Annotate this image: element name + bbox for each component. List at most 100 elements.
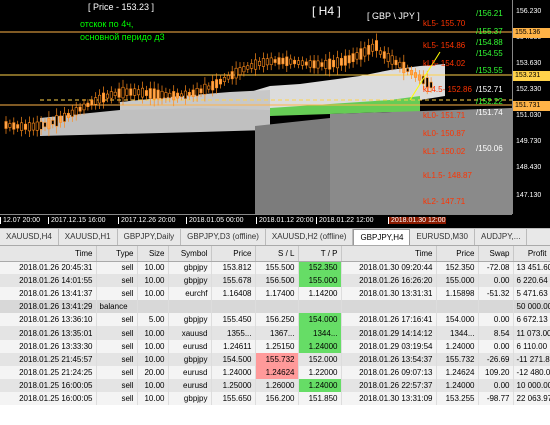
candle-body — [121, 86, 125, 99]
table-cell: 1.15898 — [436, 287, 479, 301]
candle-body — [285, 56, 289, 66]
chart-tab[interactable]: GBPJPY,D3 (offline) — [181, 229, 266, 245]
table-row[interactable]: 2018.01.26 20:45:31 sell 10.00 gbpjpy 153.81… — [0, 261, 550, 275]
table-cell: 10.00 — [137, 352, 169, 366]
candle-body — [94, 97, 98, 105]
table-row[interactable]: 2018.01.26 13:33:30 sell 10.00 eurusd 1.2461… — [0, 339, 550, 353]
candle-body — [402, 61, 406, 74]
candle-body — [39, 121, 43, 130]
column-header[interactable]: Swap — [478, 246, 514, 262]
table-cell: 10 000.00 — [513, 378, 550, 392]
candle-body — [109, 91, 113, 99]
table-cell: -11 271.83 — [513, 352, 550, 366]
table-cell: 1.17400 — [255, 287, 299, 301]
table-row[interactable]: 2018.01.25 21:45:57 sell 10.00 gbpjpy 154.50… — [0, 352, 550, 366]
table-row[interactable]: 2018.01.26 13:36:10 sell 5.00 gbpjpy 155.450… — [0, 313, 550, 327]
table-cell: 20.00 — [137, 365, 169, 379]
candle-body — [363, 47, 367, 57]
table-row[interactable]: 2018.01.25 21:24:25 sell 20.00 eurusd 1.2400… — [0, 365, 550, 379]
candle-body — [250, 63, 254, 69]
table-cell: 156.250 — [255, 313, 299, 327]
table-cell: 5.00 — [137, 313, 169, 327]
column-header[interactable]: Price — [436, 246, 479, 262]
chart-tab[interactable]: XAUUSD,H2 (offline) — [266, 229, 354, 245]
table-row[interactable]: 2018.01.26 13:41:29 balance 50 000.00 — [0, 300, 550, 314]
table-cell: -12 480.00 — [513, 365, 550, 379]
table-cell: sell — [96, 274, 138, 288]
candle-body — [226, 75, 230, 80]
candle-body — [398, 61, 402, 69]
time-axis-tick: 2018.01.30 12:00 — [388, 217, 446, 224]
table-cell: gbpjpy — [168, 261, 212, 275]
chart-tab[interactable]: XAUUSD,H4 — [0, 229, 59, 245]
table-cell: eurusd — [168, 339, 212, 353]
candle-body — [35, 121, 39, 131]
column-header[interactable]: S / L — [255, 246, 299, 262]
chart-tab[interactable]: GBPJPY,H4 — [353, 229, 411, 245]
table-cell: 2018.01.26 20:45:31 — [0, 261, 97, 275]
table-cell: 10.00 — [137, 261, 169, 275]
table-header-row: Time Type Size Symbol Price S / LT / P Time Pri… — [0, 246, 550, 262]
table-cell: 155.732 — [436, 352, 479, 366]
kl-level-label: kL4.5- 152.86 — [423, 85, 472, 94]
table-cell: -51.32 — [478, 287, 514, 301]
time-axis[interactable]: 12.07 20:00 2017.12.15 16:00 2017.12.26 20… — [0, 214, 512, 228]
column-header[interactable]: Profit — [513, 246, 550, 262]
kl-level-label: kL5- 155.70 — [423, 19, 466, 28]
candle-body — [59, 115, 63, 123]
table-cell: eurchf — [168, 287, 212, 301]
candle-body — [102, 92, 106, 103]
table-cell: eurusd — [168, 365, 212, 379]
table-cell: 0.00 — [478, 313, 514, 327]
table-cell: 11 073.00 — [513, 326, 550, 340]
table-row[interactable]: 2018.01.26 13:41:37 sell 10.00 eurchf 1.1640… — [0, 287, 550, 301]
table-row[interactable]: 2018.01.26 13:35:01 sell 10.00 xauusd 1355..… — [0, 326, 550, 340]
candle-body — [141, 87, 145, 98]
candle-body — [90, 100, 94, 106]
candle-body — [74, 107, 78, 116]
table-row[interactable]: 2018.01.25 16:00:05 sell 10.00 eurusd 1.2500… — [0, 378, 550, 392]
candle-body — [66, 112, 70, 118]
column-header[interactable]: Type — [96, 246, 138, 262]
price-axis[interactable]: 156.230154.930153.630152.330151.030149.7… — [512, 0, 550, 214]
table-cell: 152.350 — [436, 261, 479, 275]
candle-body — [172, 91, 176, 101]
chart-timeframe-label: [ H4 ] — [312, 4, 341, 18]
chart-tab[interactable]: EURUSD,M30 — [410, 229, 475, 245]
column-header[interactable]: Symbol — [168, 246, 212, 262]
table-row[interactable]: 2018.01.25 16:00:05 sell 10.00 gbpjpy 155.65… — [0, 391, 550, 406]
candle-body — [195, 88, 199, 97]
price-chart[interactable]: [ Price - 153.23 ] [ H4 ] [ GBP \ JPY ] … — [0, 0, 550, 228]
table-cell: 1.16408 — [211, 287, 256, 301]
candle-body — [219, 78, 223, 85]
candle-body — [328, 58, 332, 70]
candle-body — [125, 88, 129, 96]
table-row[interactable]: 2018.01.26 14:01:55 sell 10.00 gbpjpy 155.67… — [0, 274, 550, 288]
fib-level-label: /152.71 — [476, 85, 503, 94]
fib-level-label: /152.22 — [476, 97, 503, 106]
candle-body — [347, 55, 351, 64]
candle-body — [78, 106, 82, 112]
candle-body — [312, 60, 316, 69]
candle-body — [300, 60, 304, 66]
table-cell: 155.678 — [211, 274, 256, 288]
chart-tab[interactable]: AUDJPY,... — [475, 229, 528, 245]
candle-body — [296, 60, 300, 65]
chart-canvas[interactable] — [0, 0, 512, 214]
column-header[interactable]: Time — [0, 246, 97, 262]
column-header[interactable]: T / P — [298, 246, 342, 262]
price-axis-tick: 151.030 — [516, 112, 542, 119]
candle-body — [86, 102, 90, 107]
table-cell: 1.22000 — [298, 365, 342, 379]
candle-body — [417, 74, 421, 81]
chart-tab[interactable]: XAUUSD,H1 — [59, 229, 118, 245]
column-header[interactable]: Time — [341, 246, 437, 262]
chart-tab[interactable]: GBPJPY,Daily — [118, 229, 182, 245]
chart-tabs-bar: XAUUSD,H4 XAUUSD,H1 GBPJPY,Daily GBPJPY,D3 … — [0, 228, 550, 246]
candle-body — [156, 89, 160, 100]
candle-body — [316, 60, 320, 69]
column-header[interactable]: Size — [137, 246, 169, 262]
candle-body — [390, 55, 394, 65]
table-cell: 151.850 — [298, 391, 342, 406]
column-header[interactable]: Price — [211, 246, 256, 262]
